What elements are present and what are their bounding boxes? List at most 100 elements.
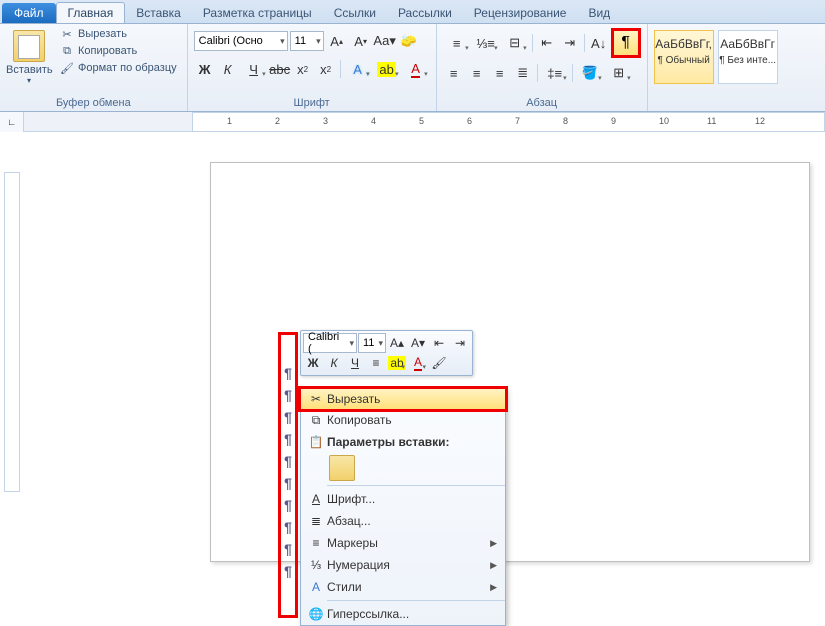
mini-highlight[interactable]: ab — [387, 353, 407, 373]
line-spacing-button[interactable]: ‡≡ — [541, 62, 569, 84]
ctx-styles[interactable]: A Стили ▶ — [301, 576, 505, 598]
shrink-font-button[interactable]: A▾ — [350, 30, 372, 52]
font-size-combo[interactable]: 11 — [290, 31, 324, 51]
tab-file[interactable]: Файл — [2, 3, 56, 23]
copy-label: Копировать — [78, 45, 137, 57]
align-center-button[interactable]: ≡ — [466, 62, 488, 84]
style-nospacing[interactable]: АаБбВвГг ¶ Без инте... — [718, 30, 778, 84]
superscript-button[interactable]: x2 — [315, 58, 337, 80]
mini-align-center[interactable]: ≡ — [366, 353, 386, 373]
format-painter-button[interactable]: 🖌Формат по образцу — [56, 60, 181, 76]
ctx-numbering-label: Нумерация — [327, 558, 490, 572]
style-normal[interactable]: АаБбВвГг, ¶ Обычный — [654, 30, 714, 84]
mini-shrink-font[interactable]: A▾ — [408, 333, 428, 353]
ctx-font[interactable]: A Шрифт... — [301, 488, 505, 510]
ctx-bullets[interactable]: ≡ Маркеры ▶ — [301, 532, 505, 554]
ctx-separator — [327, 600, 505, 601]
tab-references[interactable]: Ссылки — [323, 3, 387, 23]
brush-icon: 🖌 — [60, 61, 74, 75]
font-icon: A — [305, 492, 327, 506]
ruler-row: ∟ 1 2 3 4 5 6 7 8 9 10 11 12 — [0, 112, 825, 132]
mini-indent-inc[interactable]: ⇥ — [450, 333, 470, 353]
tab-review[interactable]: Рецензирование — [463, 3, 578, 23]
clear-formatting-button[interactable]: 🧽 — [398, 30, 420, 52]
sort-button[interactable]: A↓ — [588, 32, 610, 54]
ctx-hyperlink[interactable]: 🌐 Гиперссылка... — [301, 603, 505, 625]
tab-layout[interactable]: Разметка страницы — [192, 3, 323, 23]
group-styles: АаБбВвГг, ¶ Обычный АаБбВвГг ¶ Без инте.… — [648, 24, 784, 111]
style-nospacing-label: ¶ Без инте... — [719, 55, 776, 66]
bullets-button[interactable]: ≡ — [443, 32, 471, 54]
ruler-tick: 5 — [419, 116, 424, 126]
group-clipboard-title: Буфер обмена — [6, 95, 181, 111]
mini-size-combo[interactable]: 11 — [358, 333, 386, 353]
copy-icon: ⧉ — [60, 44, 74, 58]
justify-button[interactable]: ≣ — [512, 62, 534, 84]
tab-home[interactable]: Главная — [56, 2, 126, 23]
ctx-cut[interactable]: ✂ Вырезать — [300, 388, 506, 410]
show-pilcrow-button[interactable]: ¶ — [611, 28, 641, 58]
cut-label: Вырезать — [78, 28, 127, 40]
clipboard-icon: 📋 — [305, 435, 327, 449]
strikethrough-button[interactable]: abc — [269, 58, 291, 80]
highlight-button[interactable]: ab — [373, 58, 401, 80]
text-effects-button[interactable]: A — [344, 58, 372, 80]
pilcrow-mark: ¶ — [281, 385, 295, 407]
ruler-tick: 11 — [707, 116, 716, 126]
ribbon: Вставить ▾ ✂Вырезать ⧉ Копировать 🖌Формат… — [0, 24, 825, 112]
tab-insert[interactable]: Вставка — [125, 3, 192, 23]
indent-increase-button[interactable]: ⇥ — [559, 32, 581, 54]
pilcrow-mark: ¶ — [281, 407, 295, 429]
ruler-tick: 1 — [227, 116, 232, 126]
align-left-button[interactable]: ≡ — [443, 62, 465, 84]
tab-mailings[interactable]: Рассылки — [387, 3, 463, 23]
mini-underline[interactable]: Ч — [345, 353, 365, 373]
paste-icon — [13, 30, 45, 62]
ruler-tick: 7 — [515, 116, 520, 126]
mini-font-color[interactable]: A — [408, 353, 428, 373]
ctx-copy[interactable]: ⧉ Копировать — [301, 409, 505, 431]
mini-italic[interactable]: К — [324, 353, 344, 373]
bold-button[interactable]: Ж — [194, 58, 216, 80]
horizontal-ruler[interactable]: 1 2 3 4 5 6 7 8 9 10 11 12 — [192, 112, 825, 132]
font-color-button[interactable]: A — [402, 58, 430, 80]
style-normal-example: АаБбВвГг, — [655, 37, 713, 51]
numbering-button[interactable]: ⅓≡ — [472, 32, 500, 54]
mini-format-painter[interactable]: 🖌 — [429, 353, 449, 373]
change-case-button[interactable]: Aa▾ — [374, 30, 396, 52]
grow-font-button[interactable]: A▴ — [326, 30, 348, 52]
styles-icon: A — [305, 580, 327, 594]
multilevel-button[interactable]: ⊟ — [501, 32, 529, 54]
vertical-ruler[interactable] — [4, 172, 20, 492]
ctx-copy-label: Копировать — [327, 413, 497, 427]
mini-bold[interactable]: Ж — [303, 353, 323, 373]
ruler-tick: 12 — [755, 116, 765, 126]
ctx-paragraph-label: Абзац... — [327, 514, 497, 528]
ruler-corner[interactable]: ∟ — [0, 112, 24, 132]
pilcrow-mark: ¶ — [281, 451, 295, 473]
align-right-button[interactable]: ≡ — [489, 62, 511, 84]
cut-button[interactable]: ✂Вырезать — [56, 26, 181, 42]
italic-button[interactable]: К — [217, 58, 239, 80]
ctx-cut-label: Вырезать — [327, 392, 497, 406]
mini-grow-font[interactable]: A▴ — [387, 333, 407, 353]
copy-button[interactable]: ⧉ Копировать — [56, 43, 181, 59]
style-normal-label: ¶ Обычный — [657, 55, 709, 66]
paragraph-icon: ≣ — [305, 514, 327, 528]
ruler-tick: 8 — [563, 116, 568, 126]
tab-view[interactable]: Вид — [577, 3, 621, 23]
underline-button[interactable]: Ч — [240, 58, 268, 80]
borders-button[interactable]: ⊞ — [605, 62, 633, 84]
font-name-combo[interactable]: Calibri (Осно — [194, 31, 288, 51]
ctx-font-label: Шрифт... — [327, 492, 497, 506]
ctx-paste-option-keep[interactable] — [329, 455, 355, 481]
indent-decrease-button[interactable]: ⇤ — [536, 32, 558, 54]
mini-indent-dec[interactable]: ⇤ — [429, 333, 449, 353]
ctx-numbering[interactable]: ⅓ Нумерация ▶ — [301, 554, 505, 576]
scissors-icon: ✂ — [305, 392, 327, 406]
paste-button[interactable]: Вставить ▾ — [6, 26, 52, 95]
shading-button[interactable]: 🪣 — [576, 62, 604, 84]
subscript-button[interactable]: x2 — [292, 58, 314, 80]
ctx-paragraph[interactable]: ≣ Абзац... — [301, 510, 505, 532]
mini-font-combo[interactable]: Calibri ( — [303, 333, 357, 353]
